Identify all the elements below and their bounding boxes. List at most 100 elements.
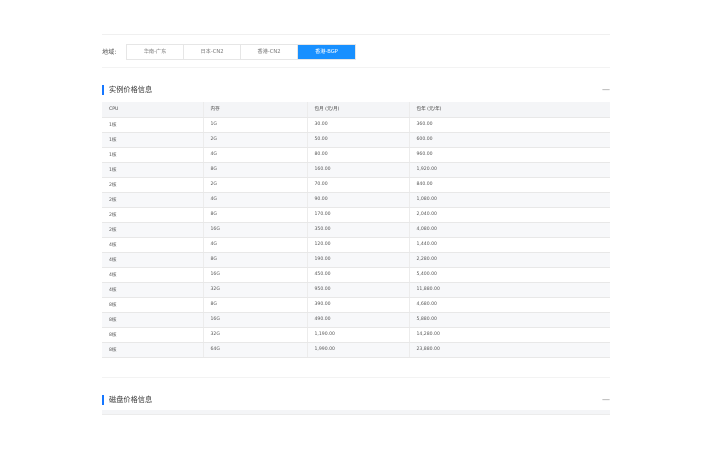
collapse-icon[interactable]: — [602, 394, 610, 405]
cell-yearly: 23,880.00 [408, 342, 610, 358]
instance-price-section-header: 实例价格信息 — [102, 84, 610, 96]
column-header-monthly: 包月 (元/月) [306, 102, 409, 118]
region-tab[interactable]: 香港-BGP [298, 44, 355, 59]
cell-cpu: 1核 [102, 162, 203, 178]
table-header-row: CPU 内存 包月 (元/月) 包年 (元/年) [102, 102, 610, 118]
cell-cpu: 8核 [102, 342, 203, 358]
table-row: 8核 32G 1,190.00 14,280.00 [102, 327, 610, 343]
section-accent-bar [102, 85, 104, 95]
cell-cpu: 1核 [102, 132, 203, 148]
table-row: 8核 16G 490.00 5,880.00 [102, 312, 610, 328]
region-tab[interactable]: 华南-广东 [127, 44, 184, 59]
region-label: 地域: [102, 49, 117, 56]
cell-cpu: 1核 [102, 117, 203, 133]
cell-memory: 1G [202, 117, 307, 133]
cell-cpu: 8核 [102, 312, 203, 328]
collapse-icon[interactable]: — [602, 84, 610, 95]
column-header-cpu: CPU [102, 102, 203, 118]
table-row: 1核 2G 50.00 600.00 [102, 132, 610, 148]
divider [102, 67, 610, 68]
cell-memory: 8G [202, 252, 307, 268]
cell-memory: 16G [202, 222, 307, 238]
region-tab[interactable]: 香港-CN2 [241, 44, 298, 59]
cell-yearly: 960.00 [408, 147, 610, 163]
cell-yearly: 1,080.00 [408, 192, 610, 208]
cell-monthly: 30.00 [306, 117, 409, 133]
cell-memory: 8G [202, 162, 307, 178]
column-header-memory: 内存 [202, 102, 307, 118]
table-row: 1核 4G 80.00 960.00 [102, 147, 610, 163]
cell-monthly: 450.00 [306, 267, 409, 283]
disk-price-section-header: 磁盘价格信息 — [102, 394, 610, 406]
section-accent-bar [102, 395, 104, 405]
table-row: 2核 16G 350.00 4,080.00 [102, 222, 610, 238]
instance-price-table: CPU 内存 包月 (元/月) 包年 (元/年) 1核 1G 30.00 360.00… [102, 102, 610, 358]
region-selector: 地域: 华南-广东 日本-CN2 香港-CN2 香港-BGP [102, 43, 356, 60]
table-row: 1核 8G 160.00 1,920.00 [102, 162, 610, 178]
cell-cpu: 2核 [102, 222, 203, 238]
table-row: 8核 8G 390.00 4,680.00 [102, 297, 610, 313]
cell-yearly: 4,080.00 [408, 222, 610, 238]
cell-yearly: 4,680.00 [408, 297, 610, 313]
cell-memory: 64G [202, 342, 307, 358]
instance-price-title: 实例价格信息 [109, 85, 153, 94]
cell-memory: 2G [202, 132, 307, 148]
disk-price-table [102, 410, 610, 415]
cell-monthly: 120.00 [306, 237, 409, 253]
cell-monthly: 50.00 [306, 132, 409, 148]
cell-monthly: 490.00 [306, 312, 409, 328]
cell-yearly: 1,440.00 [408, 237, 610, 253]
cell-monthly: 950.00 [306, 282, 409, 298]
divider [102, 377, 610, 378]
disk-price-title: 磁盘价格信息 [109, 395, 153, 404]
cell-yearly: 600.00 [408, 132, 610, 148]
table-row: 4核 4G 120.00 1,440.00 [102, 237, 610, 253]
cell-monthly: 350.00 [306, 222, 409, 238]
cell-yearly: 11,880.00 [408, 282, 610, 298]
table-row: 4核 16G 450.00 5,400.00 [102, 267, 610, 283]
cell-cpu: 4核 [102, 282, 203, 298]
cell-cpu: 1核 [102, 147, 203, 163]
cell-yearly: 5,400.00 [408, 267, 610, 283]
cell-memory: 32G [202, 282, 307, 298]
cell-memory: 2G [202, 177, 307, 193]
table-row: 2核 2G 70.00 840.00 [102, 177, 610, 193]
cell-cpu: 2核 [102, 177, 203, 193]
cell-cpu: 8核 [102, 327, 203, 343]
cell-cpu: 2核 [102, 192, 203, 208]
cell-yearly: 840.00 [408, 177, 610, 193]
cell-yearly: 14,280.00 [408, 327, 610, 343]
cell-monthly: 160.00 [306, 162, 409, 178]
cell-cpu: 4核 [102, 267, 203, 283]
table-row: 4核 32G 950.00 11,880.00 [102, 282, 610, 298]
table-row: 8核 64G 1,990.00 23,880.00 [102, 342, 610, 358]
cell-cpu: 2核 [102, 207, 203, 223]
cell-monthly: 190.00 [306, 252, 409, 268]
cell-cpu: 8核 [102, 297, 203, 313]
cell-memory: 16G [202, 312, 307, 328]
cell-yearly: 1,920.00 [408, 162, 610, 178]
cell-monthly: 90.00 [306, 192, 409, 208]
table-row: 2核 8G 170.00 2,040.00 [102, 207, 610, 223]
cell-yearly: 5,880.00 [408, 312, 610, 328]
cell-monthly: 80.00 [306, 147, 409, 163]
cell-memory: 4G [202, 237, 307, 253]
region-tab[interactable]: 日本-CN2 [184, 44, 241, 59]
cell-monthly: 170.00 [306, 207, 409, 223]
cell-yearly: 2,280.00 [408, 252, 610, 268]
cell-cpu: 4核 [102, 252, 203, 268]
column-header-yearly: 包年 (元/年) [408, 102, 610, 118]
cell-memory: 8G [202, 207, 307, 223]
cell-monthly: 390.00 [306, 297, 409, 313]
cell-memory: 32G [202, 327, 307, 343]
table-row: 4核 8G 190.00 2,280.00 [102, 252, 610, 268]
cell-yearly: 360.00 [408, 117, 610, 133]
table-row: 2核 4G 90.00 1,080.00 [102, 192, 610, 208]
cell-monthly: 1,190.00 [306, 327, 409, 343]
cell-memory: 4G [202, 192, 307, 208]
region-tabs: 华南-广东 日本-CN2 香港-CN2 香港-BGP [126, 43, 356, 60]
cell-memory: 8G [202, 297, 307, 313]
top-divider [102, 34, 610, 35]
table-row: 1核 1G 30.00 360.00 [102, 117, 610, 133]
cell-monthly: 70.00 [306, 177, 409, 193]
